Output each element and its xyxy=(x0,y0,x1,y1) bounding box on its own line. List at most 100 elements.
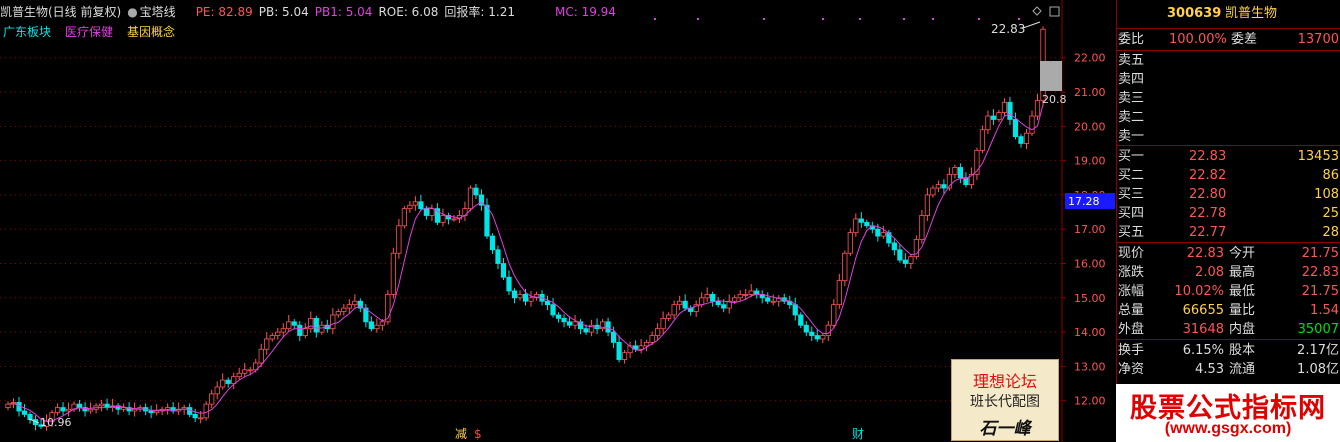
candle-body xyxy=(880,232,886,237)
candle-body xyxy=(258,348,264,364)
indicator-name[interactable]: 宝塔线 xyxy=(140,5,176,19)
candle-body xyxy=(677,300,683,306)
quote-value: 22.83 xyxy=(1301,265,1339,280)
extra-value: 4.53 xyxy=(1195,362,1224,377)
candle-body xyxy=(1012,119,1019,138)
quote-row: 现价 22.83 今开 21.75 xyxy=(1117,244,1340,263)
candle-body xyxy=(341,307,347,312)
candle-body xyxy=(930,187,936,196)
sector-tag[interactable]: 基因概念 xyxy=(127,25,175,39)
signal-dot xyxy=(654,18,656,20)
candle-body xyxy=(473,187,479,196)
candle-body xyxy=(737,293,743,299)
candle-body xyxy=(225,379,231,384)
candle-body xyxy=(368,321,374,330)
window-toggle-icon[interactable] xyxy=(1049,6,1060,17)
buy-label: 买二 xyxy=(1118,168,1145,183)
candle-body xyxy=(924,194,930,216)
sell-label: 卖三 xyxy=(1118,91,1145,106)
price-tick-label: 13.00 xyxy=(1074,360,1106,373)
signal-dot xyxy=(763,18,765,20)
sell-label: 卖五 xyxy=(1118,53,1145,68)
site-banner[interactable]: 股票公式指标网 (www.gsgx.com) xyxy=(1116,384,1340,442)
candle-body xyxy=(423,208,430,216)
candle-body xyxy=(209,393,215,405)
candle-body xyxy=(544,300,551,306)
candle-body xyxy=(803,324,809,333)
candle-body xyxy=(511,290,518,299)
candle-body xyxy=(902,259,908,264)
candle-body xyxy=(952,167,958,175)
candle-body xyxy=(621,352,628,360)
candle-body xyxy=(666,314,672,319)
candle-body xyxy=(390,252,396,295)
candle-body xyxy=(985,115,991,131)
signal-dot xyxy=(903,18,905,20)
sector-tag[interactable]: 广东板块 xyxy=(3,25,51,39)
moving-average-line xyxy=(7,104,1044,422)
candle-body xyxy=(682,300,688,309)
candle-body xyxy=(897,249,903,261)
buy-price: 22.82 xyxy=(1189,168,1227,183)
candle-body xyxy=(121,407,127,410)
candle-body xyxy=(506,276,512,292)
candle-body xyxy=(203,403,209,419)
extra-value: 6.15% xyxy=(1182,343,1224,358)
indicator-icon[interactable]: ● xyxy=(127,5,137,19)
candle-body xyxy=(765,297,771,302)
candle-body xyxy=(440,215,446,223)
divider xyxy=(1117,145,1340,146)
buy-row: 买三 22.80 108 xyxy=(1117,185,1340,204)
sector-tag[interactable]: 医疗保健 xyxy=(65,25,113,39)
candle-body xyxy=(644,341,650,347)
candle-body xyxy=(919,215,925,240)
buy-row: 买四 22.78 25 xyxy=(1117,204,1340,223)
quote-value: 66655 xyxy=(1182,303,1224,318)
marker-dollar: $ xyxy=(474,427,482,441)
candle-body xyxy=(704,293,710,299)
sell-row: 卖四 xyxy=(1117,70,1340,89)
sector-tags: 广东板块 医疗保健 基因概念 xyxy=(3,23,189,40)
sell-label: 卖四 xyxy=(1118,72,1145,87)
weicha-label: 委差 xyxy=(1231,32,1258,47)
price-tick-label: 21.00 xyxy=(1074,86,1106,99)
candle-body xyxy=(528,297,534,302)
candle-body xyxy=(21,410,28,415)
diamond-icon[interactable] xyxy=(1032,6,1042,16)
candle-body xyxy=(814,335,820,340)
mc-value: MC: 19.94 xyxy=(554,5,616,19)
quote-value: 1.54 xyxy=(1310,303,1339,318)
candle-body xyxy=(76,403,83,408)
candle-body xyxy=(148,410,154,414)
extra-row: 净资 4.53 流通 1.08亿 xyxy=(1117,360,1340,379)
high-annotation-arrow xyxy=(1022,21,1041,29)
marker-cai: 财 xyxy=(852,427,864,441)
sell-row: 卖三 xyxy=(1117,89,1340,108)
kline-chart[interactable]: 22.0021.0020.0019.0018.0017.0016.0015.00… xyxy=(0,0,1116,442)
right-price-label: 20.8 xyxy=(1042,93,1067,106)
quote-label: 总量 xyxy=(1118,303,1145,318)
divider xyxy=(1117,242,1340,243)
sell-row: 卖一 xyxy=(1117,127,1340,146)
quote-value: 10.02% xyxy=(1174,284,1224,299)
candle-body xyxy=(1029,115,1035,134)
candle-body xyxy=(192,414,198,419)
candle-body xyxy=(335,311,341,316)
quote-label: 涨幅 xyxy=(1118,284,1145,299)
candle-body xyxy=(214,386,220,395)
signal-dot xyxy=(859,18,861,20)
candle-body xyxy=(484,204,490,237)
buy-volume: 13453 xyxy=(1297,149,1339,164)
extra-label: 流通 xyxy=(1229,362,1256,377)
candle-body xyxy=(638,345,644,350)
quote-row: 涨跌 2.08 最高 22.83 xyxy=(1117,263,1340,282)
buy-row: 买二 22.82 86 xyxy=(1117,166,1340,185)
candle-body xyxy=(352,300,358,306)
candle-body xyxy=(649,335,655,343)
candle-body xyxy=(566,321,573,326)
pb1-value: PB1: 5.04 xyxy=(314,5,373,19)
watermark-line1: 理想论坛 xyxy=(972,372,1037,391)
candles-layer xyxy=(5,18,1046,431)
candle-body xyxy=(500,263,507,278)
signal-dot xyxy=(932,18,934,20)
